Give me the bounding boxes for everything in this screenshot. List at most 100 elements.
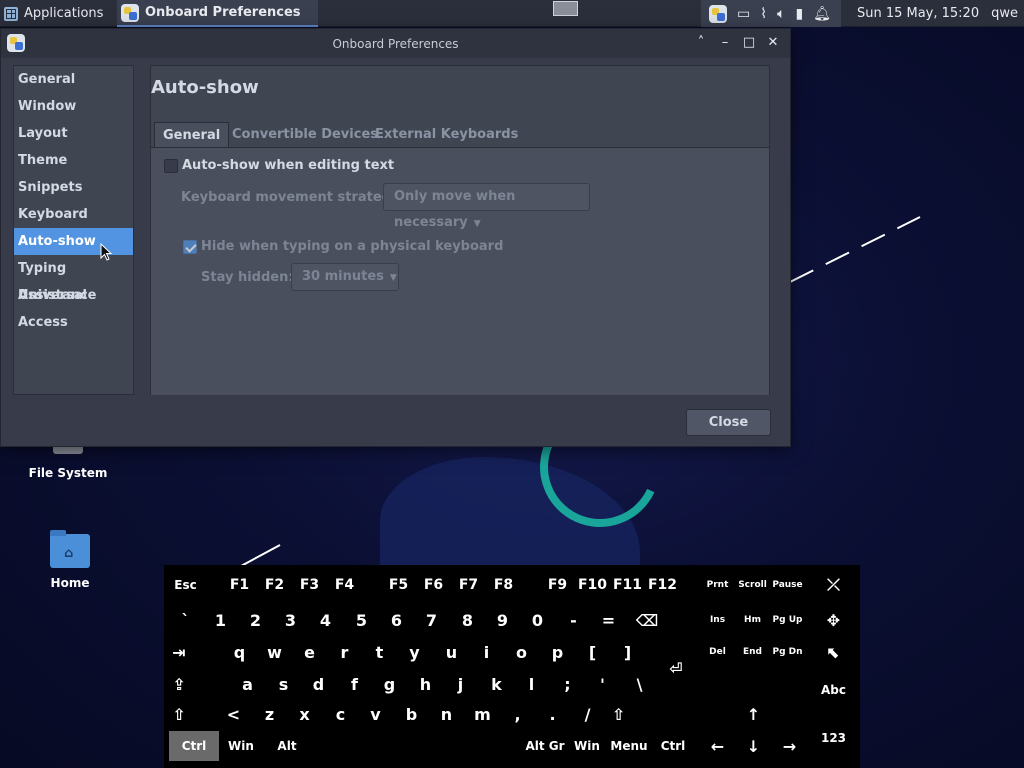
- key-73[interactable]: v: [358, 699, 393, 729]
- key-58[interactable]: f: [337, 669, 372, 699]
- minimize-button[interactable]: –: [716, 33, 734, 53]
- key-33[interactable]: Hm: [735, 605, 770, 635]
- key-29[interactable]: -: [556, 605, 591, 635]
- taskbar-button-onboard-preferences[interactable]: Onboard Preferences: [117, 0, 318, 27]
- workspace-switcher[interactable]: [553, 1, 578, 16]
- key-38[interactable]: w: [257, 637, 292, 667]
- key-3[interactable]: F2: [257, 570, 292, 600]
- key-37[interactable]: q: [222, 637, 257, 667]
- key-72[interactable]: c: [323, 699, 358, 729]
- clock[interactable]: Sun 15 May, 15:20: [841, 6, 991, 21]
- key-49[interactable]: ⏎: [654, 653, 698, 683]
- key-68[interactable]: ⇧: [164, 699, 194, 729]
- key-54[interactable]: ⇪: [164, 669, 194, 699]
- onboard-tray-icon[interactable]: [708, 4, 727, 23]
- auto-show-checkbox[interactable]: [164, 158, 178, 173]
- key-1[interactable]: Esc: [168, 570, 203, 600]
- key-16[interactable]: Pause: [770, 570, 805, 600]
- key-22[interactable]: 4: [308, 605, 343, 635]
- key-60[interactable]: h: [408, 669, 443, 699]
- key-5[interactable]: F4: [327, 570, 362, 600]
- bell-icon[interactable]: 🔔︎: [813, 7, 831, 21]
- key-36[interactable]: ⇥: [164, 637, 194, 667]
- close-button[interactable]: Close: [686, 409, 771, 436]
- key-7[interactable]: F6: [416, 570, 451, 600]
- hide-physical-keyboard-checkbox[interactable]: [183, 239, 197, 254]
- key-19[interactable]: 1: [203, 605, 238, 635]
- key-18[interactable]: `: [168, 605, 203, 635]
- key-34[interactable]: Pg Up: [770, 605, 805, 635]
- key-84[interactable]: Alt: [268, 731, 306, 761]
- close-window-button[interactable]: ✕: [764, 33, 782, 53]
- key-31[interactable]: ⌫: [622, 605, 672, 635]
- key-24[interactable]: 6: [379, 605, 414, 635]
- key-6[interactable]: F5: [381, 570, 416, 600]
- key-74[interactable]: b: [394, 699, 429, 729]
- key-90[interactable]: ↓: [736, 731, 771, 761]
- sidebar-item-theme[interactable]: Theme: [14, 147, 133, 174]
- key-88[interactable]: Ctrl: [654, 731, 692, 761]
- key-32[interactable]: Ins: [700, 605, 735, 635]
- key-92[interactable]: 123: [816, 723, 851, 753]
- sidebar-item-universal-access[interactable]: Universal Access: [14, 282, 133, 330]
- key-82[interactable]: Ctrl: [169, 731, 219, 761]
- key-10[interactable]: F9: [540, 570, 575, 600]
- key-89[interactable]: ←: [700, 731, 735, 761]
- key-76[interactable]: m: [465, 699, 500, 729]
- key-87[interactable]: Menu: [606, 731, 652, 761]
- key-2[interactable]: F1: [222, 570, 257, 600]
- key-85[interactable]: Alt Gr: [522, 731, 568, 761]
- shade-button[interactable]: ˄: [692, 33, 710, 53]
- key-15[interactable]: Scroll: [735, 570, 770, 600]
- desktop-icon-file-system[interactable]: File System: [28, 447, 108, 480]
- key-25[interactable]: 7: [414, 605, 449, 635]
- key-8[interactable]: F7: [451, 570, 486, 600]
- key-86[interactable]: Win: [568, 731, 606, 761]
- sidebar-item-layout[interactable]: Layout: [14, 120, 133, 147]
- key-41[interactable]: t: [362, 637, 397, 667]
- key-48[interactable]: ]: [610, 637, 645, 667]
- key-83[interactable]: Win: [222, 731, 260, 761]
- key-4[interactable]: F3: [292, 570, 327, 600]
- key-9[interactable]: F8: [486, 570, 521, 600]
- key-70[interactable]: z: [252, 699, 287, 729]
- key-66[interactable]: \: [622, 669, 657, 699]
- key-44[interactable]: i: [469, 637, 504, 667]
- sidebar-item-keyboard[interactable]: Keyboard: [14, 201, 133, 228]
- sidebar-item-window[interactable]: Window: [14, 93, 133, 120]
- key-12[interactable]: F11: [610, 570, 645, 600]
- key-53[interactable]: ⬉: [816, 637, 851, 667]
- key-27[interactable]: 9: [485, 605, 520, 635]
- sidebar-item-auto-show[interactable]: Auto-show: [14, 228, 133, 255]
- key-47[interactable]: [: [575, 637, 610, 667]
- key-64[interactable]: ;: [550, 669, 585, 699]
- maximize-button[interactable]: □: [740, 33, 758, 53]
- key-63[interactable]: l: [514, 669, 549, 699]
- key-40[interactable]: r: [327, 637, 362, 667]
- key-69[interactable]: <: [216, 699, 251, 729]
- key-43[interactable]: u: [434, 637, 469, 667]
- window-titlebar[interactable]: Onboard Preferences ˄ – □ ✕: [1, 29, 790, 58]
- key-28[interactable]: 0: [520, 605, 555, 635]
- key-56[interactable]: s: [266, 669, 301, 699]
- battery-icon[interactable]: ▮: [795, 7, 803, 21]
- key-14[interactable]: Prnt: [700, 570, 735, 600]
- key-81[interactable]: ↑: [736, 699, 771, 729]
- key-55[interactable]: a: [230, 669, 265, 699]
- key-78[interactable]: .: [535, 699, 570, 729]
- key-42[interactable]: y: [397, 637, 432, 667]
- volume-icon[interactable]: 🔈︎: [777, 7, 785, 21]
- key-71[interactable]: x: [287, 699, 322, 729]
- sidebar-item-typing-assistance[interactable]: Typing Assistance: [14, 255, 133, 303]
- key-79[interactable]: /: [570, 699, 605, 729]
- key-59[interactable]: g: [372, 669, 407, 699]
- auto-show-checkbox-row[interactable]: Auto-show when editing text: [164, 158, 394, 173]
- tab-external-keyboards[interactable]: External Keyboards: [367, 122, 526, 148]
- key-80[interactable]: ⇧: [601, 699, 636, 729]
- key-35[interactable]: ✥: [816, 605, 851, 635]
- sidebar-item-general[interactable]: General: [14, 66, 133, 93]
- stay-hidden-dropdown[interactable]: 30 minutes ▼: [291, 263, 399, 291]
- display-icon[interactable]: ▭: [737, 7, 750, 21]
- key-52[interactable]: Pg Dn: [770, 637, 805, 667]
- key-57[interactable]: d: [301, 669, 336, 699]
